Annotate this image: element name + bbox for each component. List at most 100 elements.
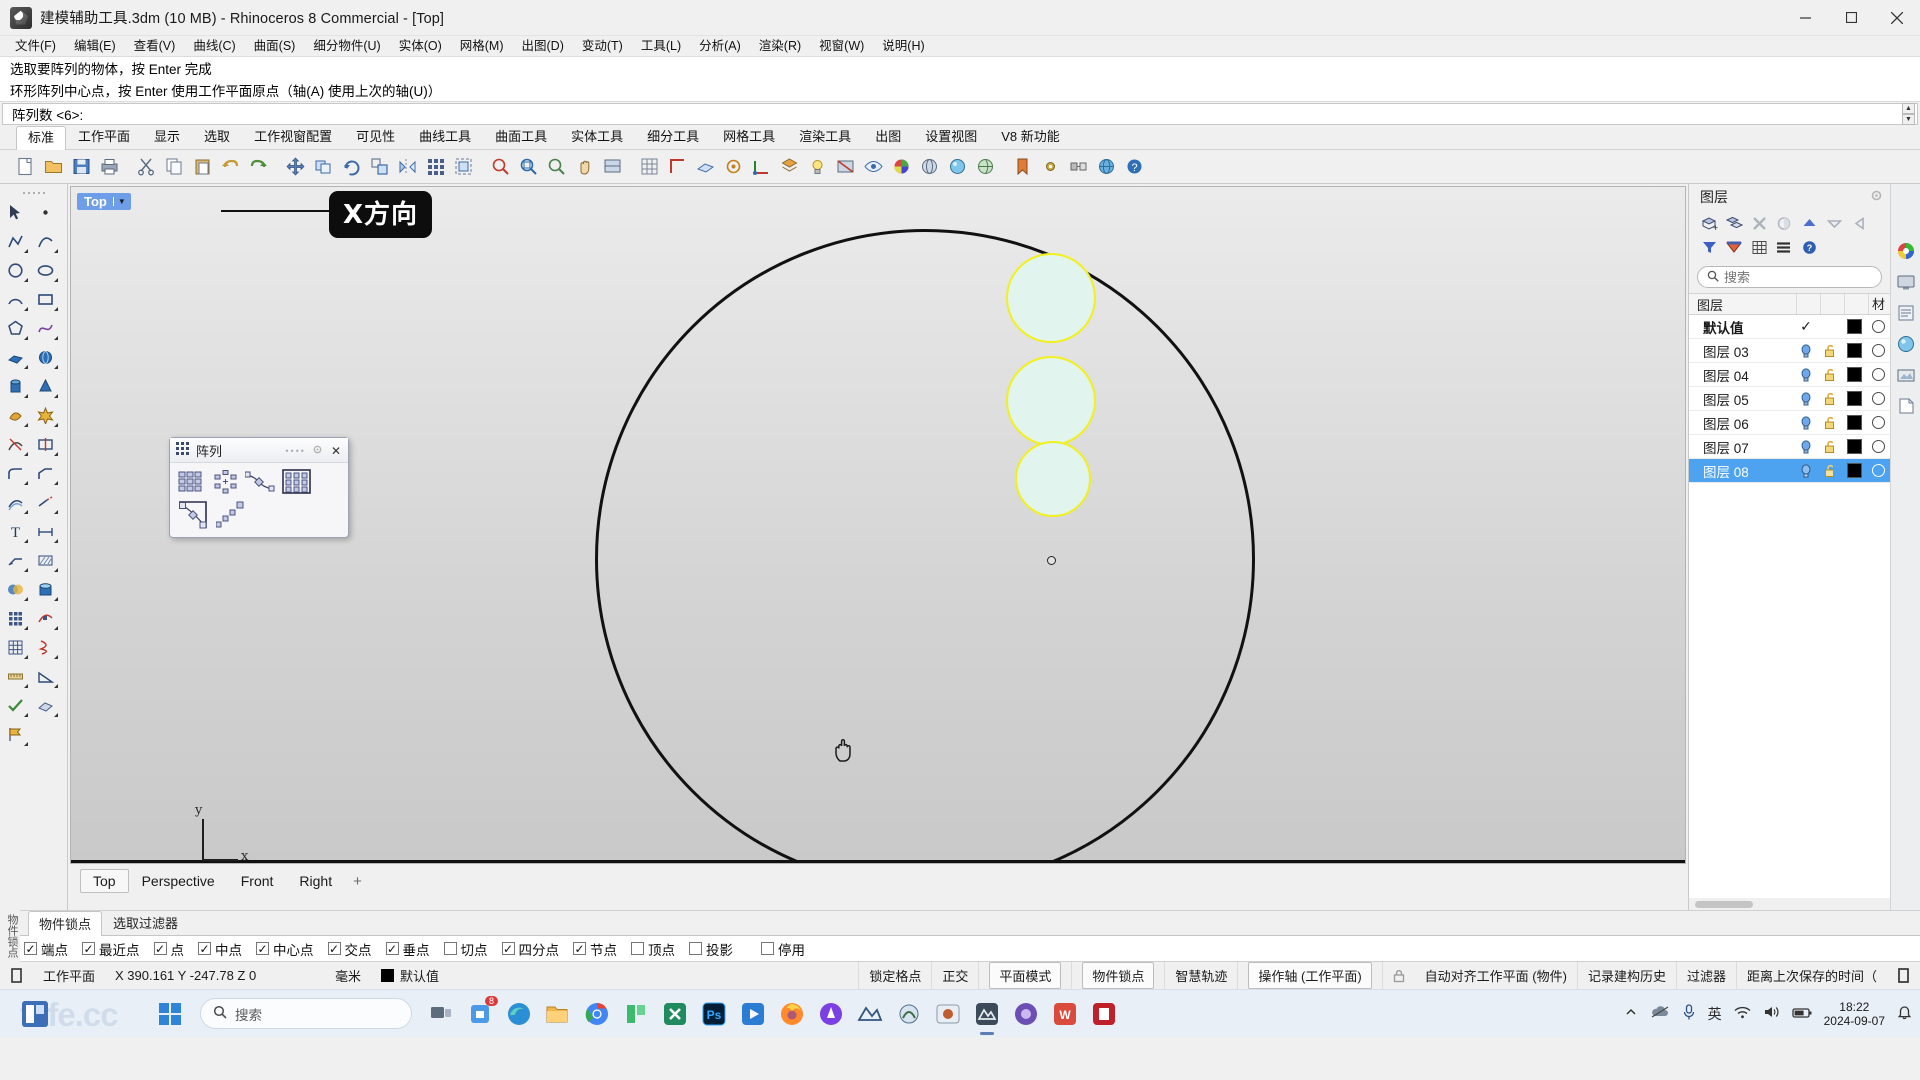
move-up-icon[interactable] <box>1797 212 1821 235</box>
close-button[interactable] <box>1874 0 1920 36</box>
globe-icon[interactable] <box>1093 154 1119 180</box>
file-explorer-icon[interactable] <box>541 997 575 1031</box>
layer-material-ring[interactable] <box>1866 440 1890 453</box>
surface-icon[interactable] <box>0 343 30 371</box>
osnap-icon[interactable] <box>720 154 746 180</box>
ortho-icon[interactable] <box>664 154 690 180</box>
tab-standard[interactable]: 标准 <box>16 126 67 150</box>
polar-array-icon[interactable] <box>210 468 240 496</box>
main-circle-object[interactable] <box>595 229 1255 863</box>
chevron-down-icon[interactable]: ▼ <box>112 197 129 206</box>
table-view-icon[interactable] <box>1747 236 1771 259</box>
help-icon[interactable]: ? <box>1121 154 1147 180</box>
command-input[interactable]: 阵列数 <6>: ▲ ▼ <box>2 103 1918 125</box>
taskbar-search-box[interactable]: 搜索 <box>200 998 412 1029</box>
toggle-gumball[interactable]: 操作轴 (工作平面) <box>1237 962 1381 989</box>
array-linear-icon[interactable] <box>280 468 314 496</box>
menu-solid[interactable]: 实体(O) <box>390 36 451 56</box>
trim-icon[interactable] <box>0 430 30 458</box>
layer-color-icon[interactable] <box>1722 236 1746 259</box>
tab-curve-tools[interactable]: 曲线工具 <box>407 125 483 149</box>
toggle-smarttrack[interactable]: 智慧轨迹 <box>1164 962 1237 989</box>
top-viewport[interactable]: Top ▼ X方向 y x 阵列 •••• ✕ <box>70 186 1686 864</box>
tab-drafting[interactable]: 出图 <box>863 125 913 149</box>
osnap-end[interactable]: 端点 <box>18 939 74 959</box>
flow-icon[interactable] <box>30 604 60 632</box>
taskbar-clock[interactable]: 18:22 2024-09-07 <box>1824 1000 1885 1028</box>
microphone-icon[interactable] <box>1682 1003 1696 1024</box>
lightbulb-icon[interactable] <box>1794 463 1818 478</box>
ellipse-icon[interactable] <box>30 256 60 284</box>
delete-layer-icon[interactable] <box>1747 212 1771 235</box>
show-icon[interactable] <box>860 154 886 180</box>
twist-icon[interactable] <box>30 633 60 661</box>
wifi-icon[interactable] <box>1734 1005 1751 1022</box>
leader-icon[interactable] <box>0 546 30 574</box>
unlock-icon[interactable] <box>1818 416 1842 430</box>
tab-viewport-layout[interactable]: 工作视窗配置 <box>242 125 344 149</box>
rhino-icon[interactable] <box>853 997 887 1031</box>
menu-analyze[interactable]: 分析(A) <box>690 36 750 56</box>
units-label[interactable]: 毫米 <box>325 962 371 989</box>
planar-icon[interactable] <box>692 154 718 180</box>
media-player-icon[interactable] <box>736 997 770 1031</box>
render-icon[interactable] <box>1895 364 1917 386</box>
layer-list-scrollbar[interactable] <box>1689 898 1890 910</box>
lightbulb-icon[interactable] <box>1794 439 1818 454</box>
table-row[interactable]: 图层 03 <box>1689 339 1890 363</box>
move-icon[interactable] <box>282 154 308 180</box>
split-icon[interactable] <box>30 430 60 458</box>
cap-icon[interactable] <box>30 575 60 603</box>
array-tool-icon[interactable] <box>0 604 30 632</box>
lightbulb-icon[interactable] <box>1794 391 1818 406</box>
volume-icon[interactable] <box>1763 1005 1780 1022</box>
chevron-up-icon[interactable] <box>1624 1005 1638 1022</box>
toggle-ortho[interactable]: 正交 <box>931 962 978 989</box>
tab-display[interactable]: 显示 <box>142 125 192 149</box>
lightbulb-icon[interactable] <box>1794 415 1818 430</box>
toggle-grid-snap[interactable]: 锁定格点 <box>858 962 931 989</box>
notes-icon[interactable] <box>1895 395 1917 417</box>
tab-set-view[interactable]: 设置视图 <box>913 125 989 149</box>
menu-window[interactable]: 视窗(W) <box>810 36 873 56</box>
menu-mesh[interactable]: 网格(M) <box>451 36 513 56</box>
battery-icon[interactable] <box>1791 1006 1812 1022</box>
table-row[interactable]: 图层 05 <box>1689 387 1890 411</box>
wps-icon[interactable]: W <box>1048 997 1082 1031</box>
table-row[interactable]: 图层 08 <box>1689 459 1890 483</box>
array-along-curve-on-surface-icon[interactable] <box>214 500 246 530</box>
menu-subd[interactable]: 细分物件(U) <box>304 36 389 56</box>
array-item-circle-1[interactable] <box>1006 253 1096 343</box>
layer-icon[interactable] <box>776 154 802 180</box>
tab-surface-tools[interactable]: 曲面工具 <box>483 125 559 149</box>
polygon-icon[interactable] <box>0 314 30 342</box>
select-arrow-icon[interactable] <box>0 198 30 226</box>
rectangle-icon[interactable] <box>30 285 60 313</box>
duplicate-layer-icon[interactable] <box>1772 212 1796 235</box>
cylinder-icon[interactable] <box>0 372 30 400</box>
photoshop-icon[interactable]: Ps <box>697 997 731 1031</box>
menu-drafting[interactable]: 出图(D) <box>513 36 573 56</box>
layer-material-ring[interactable] <box>1866 320 1890 333</box>
zoom-window-icon[interactable] <box>515 154 541 180</box>
osnap-center[interactable]: 中心点 <box>250 939 320 959</box>
viewport-title[interactable]: Top ▼ <box>77 193 131 210</box>
explode-icon[interactable] <box>30 401 60 429</box>
unlock-icon[interactable] <box>1818 464 1842 478</box>
layer-material-ring[interactable] <box>1866 464 1890 477</box>
taskview-icon[interactable] <box>424 997 458 1031</box>
osnap-quad[interactable]: 四分点 <box>496 939 566 959</box>
array-along-curve-icon[interactable] <box>244 468 276 496</box>
firefox-icon[interactable] <box>775 997 809 1031</box>
array-panel-close-icon[interactable]: ✕ <box>329 444 343 458</box>
settings-icon[interactable] <box>1037 154 1063 180</box>
tab-mesh-tools[interactable]: 网格工具 <box>711 125 787 149</box>
move-left-icon[interactable] <box>1847 212 1871 235</box>
menu-render[interactable]: 渲染(R) <box>750 36 810 56</box>
table-row[interactable]: 默认值 ✓ <box>1689 315 1890 339</box>
layer-material-ring[interactable] <box>1866 392 1890 405</box>
new-file-icon[interactable] <box>12 154 38 180</box>
shade-icon[interactable] <box>599 154 625 180</box>
add-viewport-tab-button[interactable]: + <box>345 870 370 893</box>
array-panel-gear-icon[interactable] <box>312 443 323 458</box>
